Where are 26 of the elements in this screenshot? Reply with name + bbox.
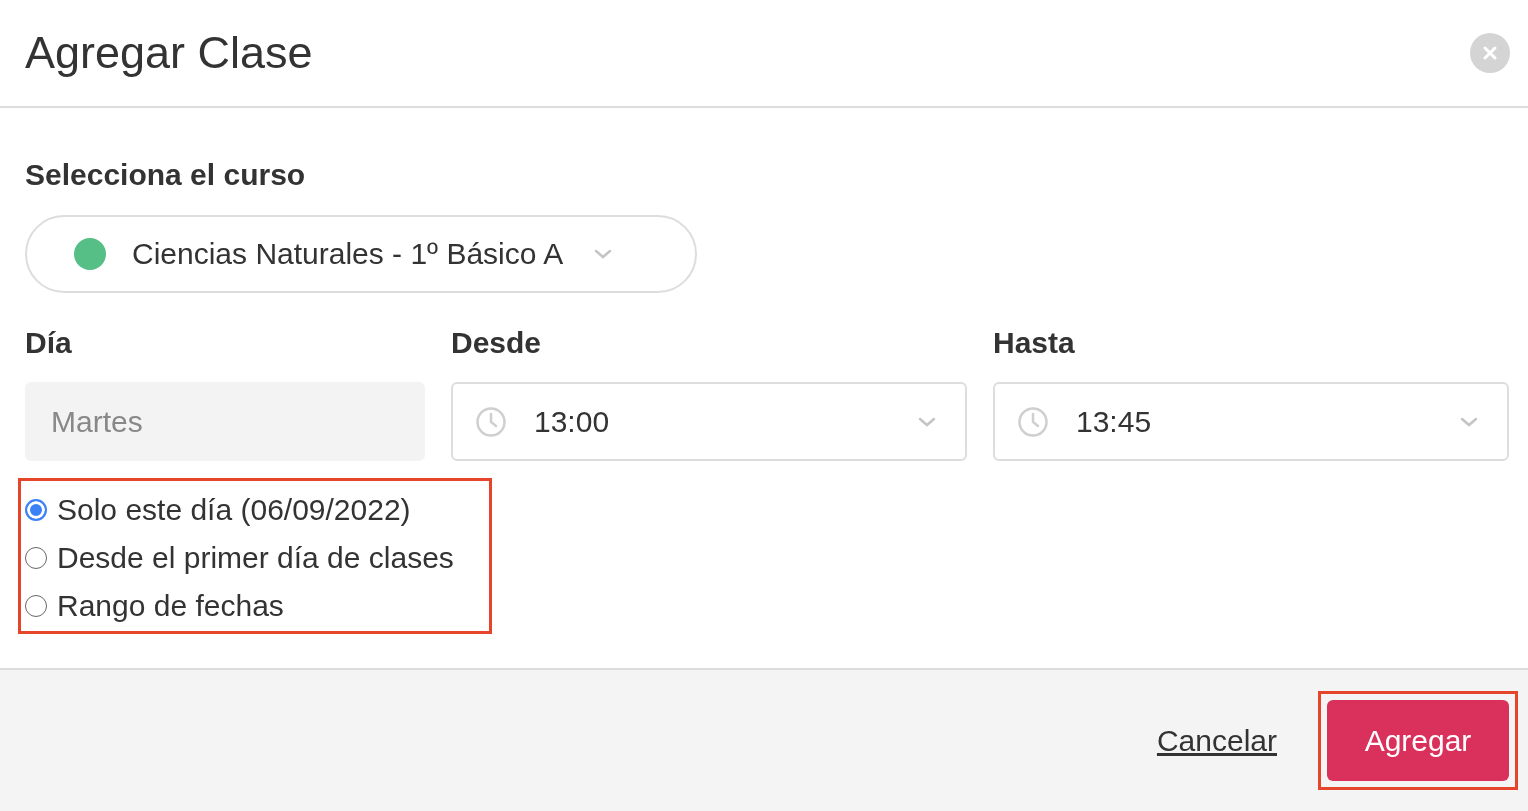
radio-label[interactable]: Solo este día (06/09/2022) [57,493,411,527]
dialog-title: Agregar Clase [25,27,313,79]
field-label: Desde [451,325,543,361]
status-dot [74,238,106,270]
chevron-down-icon [1459,415,1479,428]
cancel-link[interactable]: Cancelar [1156,723,1277,758]
clock-icon [475,405,507,438]
add-button[interactable]: Agregar [1327,700,1509,781]
field-value: 13:00 [534,404,610,439]
field-label: Día [25,325,73,361]
time-select[interactable]: 13:45 [993,382,1509,461]
field-label: Hasta [993,325,1076,361]
section-label: Selecciona el curso [25,157,307,193]
field-value: Martes [51,404,143,439]
close-icon [1482,45,1498,61]
radio-label[interactable]: Rango de fechas [57,589,284,623]
course-select[interactable]: Ciencias Naturales - 1º Básico A [25,215,697,293]
chevron-down-icon [917,415,937,428]
radio-button[interactable] [25,595,47,617]
chevron-down-icon [593,248,614,260]
radio-label[interactable]: Desde el primer día de clases [57,541,454,575]
clock-icon [1017,405,1049,438]
time-select[interactable]: 13:00 [451,382,967,461]
radio-button[interactable] [25,499,47,521]
field-value: 13:45 [1076,404,1152,439]
radio-button[interactable] [25,547,47,569]
